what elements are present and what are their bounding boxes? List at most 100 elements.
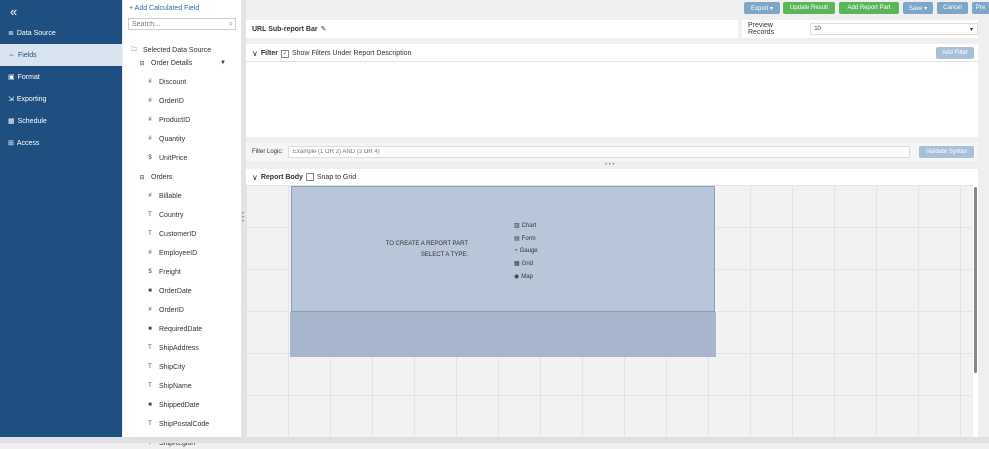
part-type-label: Map [521,273,533,280]
search-icon[interactable]: ⌕ [229,19,233,29]
tree-label: ShipName [159,382,192,390]
tree-label: CustomerID [159,230,197,238]
grid-icon: ▦ [514,261,520,268]
text-icon: T [148,383,152,389]
field-item[interactable]: T ShipCity [145,361,185,373]
left-nav: « ≣ Data Source ⇔ Fields ▣ Format ⇲ Exportin… [0,0,122,437]
nav-label: Access [16,139,40,147]
schedule-icon: ▦ [8,118,15,125]
field-item[interactable]: $ Freight [145,266,181,278]
nav-item-data-source[interactable]: ≣ Data Source [0,22,122,44]
collapse-nav-icon[interactable]: « [0,0,122,22]
field-item[interactable]: # Billable [145,190,182,202]
resize-handle-icon[interactable]: • • • [605,162,615,168]
drag-handle-icon[interactable]: • • • [242,211,244,225]
prompt-line: SELECT A TYPE: [420,252,468,258]
number-icon: # [148,98,152,104]
filter-section: ∨ Filter ✓ Show Filters Under Report Des… [246,44,978,137]
field-item[interactable]: # Discount [145,76,186,88]
part-type-grid[interactable]: ▦ Grid [514,258,538,271]
tree-label: ShippedDate [159,401,200,409]
part-type-gauge[interactable]: ◔ Gauge [514,245,538,258]
preview-button[interactable]: Pre [972,2,989,14]
field-item[interactable]: ■ ShippedDate [145,399,199,411]
field-item[interactable]: $ UnitPrice [145,152,187,164]
currency-icon: $ [148,155,152,161]
pencil-icon[interactable]: ✎ [321,25,327,33]
part-type-map[interactable]: ◉ Map [514,271,538,284]
save-button[interactable]: Save ▾ [903,2,933,14]
tree-group[interactable]: ⊟ Orders [137,171,172,183]
number-icon: # [148,307,152,313]
field-search-input[interactable] [128,18,236,30]
update-result-button[interactable]: Update Result [783,2,835,14]
number-icon: # [148,136,152,142]
tree-label: UnitPrice [159,154,188,162]
add-report-part-button[interactable]: Add Report Part [839,2,899,14]
filter-logic-input[interactable] [288,146,911,158]
export-button[interactable]: Export ▾ [744,2,780,14]
nav-item-schedule[interactable]: ▦ Schedule [0,110,122,132]
preview-records: Preview Records 10 ▾ [742,20,978,38]
nav-label: Format [17,73,40,81]
number-icon: # [148,250,152,256]
field-item[interactable]: T ShipName [145,380,192,392]
nav-item-access[interactable]: ⊞ Access [0,132,122,154]
currency-icon: $ [148,269,152,275]
field-item[interactable]: # EmployeeID [145,247,197,259]
collapse-box-icon[interactable]: ⊟ [137,174,147,181]
field-item[interactable]: ■ OrderDate [145,285,192,297]
field-item[interactable]: T ShipAddress [145,342,199,354]
field-item[interactable]: # OrderID [145,304,184,316]
chart-icon: ▥ [514,223,520,229]
date-icon: ■ [148,326,152,332]
preview-records-select[interactable]: 10 ▾ [810,23,978,35]
part-type-chart[interactable]: ▥ Chart [514,220,538,233]
field-item[interactable]: # Quantity [145,133,185,145]
url-subreport-bar: URL Sub-report Bar ✎ [246,20,738,38]
nav-item-fields[interactable]: ⇔ Fields [0,44,122,66]
field-item[interactable]: T CustomerID [145,228,196,240]
tree-label: Freight [159,268,181,276]
folder-icon: 🗀 [130,47,137,53]
text-icon: T [148,345,152,351]
field-item[interactable]: # ProductID [145,114,190,126]
canvas-scrollbar[interactable] [973,185,978,437]
cancel-button[interactable]: Cancel [937,2,968,14]
text-icon: T [148,364,152,370]
field-item[interactable]: # OrderID [145,95,184,107]
validate-syntax-button[interactable]: Validate Syntax [919,146,974,158]
tree-label: Billable [159,192,182,200]
report-body-title: Report Body [260,173,303,181]
nav-item-exporting[interactable]: ⇲ Exporting [0,88,122,110]
filter-logic-row: Filter Logic: Validate Syntax [246,143,978,161]
collapse-report-body-icon[interactable]: ∨ [252,173,258,182]
tree-label: Country [159,211,184,219]
preview-records-label: Preview Records [748,22,775,36]
url-bar-title: URL Sub-report Bar [252,25,318,33]
collapse-box-icon[interactable]: ⊟ [137,60,147,67]
text-icon: T [148,421,152,427]
report-part-placeholder[interactable]: TO CREATE A REPORT PART SELECT A TYPE: ▥… [291,186,715,312]
scrollbar-thumb[interactable] [974,187,977,373]
part-type-label: Grid [521,261,534,268]
number-icon: # [148,79,152,85]
tree-label: ShipPostalCode [159,420,210,428]
add-filter-button[interactable]: Add Filter [936,47,974,59]
snap-to-grid-checkbox[interactable] [305,173,314,181]
tree-group[interactable]: ⊟ Order Details [137,57,192,69]
nav-item-format[interactable]: ▣ Format [0,66,122,88]
field-item[interactable]: T Country [145,209,184,221]
field-item[interactable]: ■ RequiredDate [145,323,202,335]
add-calculated-field-link[interactable]: + Add Calculated Field [129,5,199,12]
number-icon: # [148,117,152,123]
field-item[interactable]: T ShipPostalCode [145,418,209,430]
text-icon: T [148,212,152,218]
collapse-filter-icon[interactable]: ∨ [252,49,258,58]
chevron-down-icon: ▾ [969,26,973,33]
show-filters-checkbox[interactable]: ✓ [280,49,289,58]
caret-down-icon[interactable]: ▼ [220,60,226,66]
tree-label: ShipAddress [159,344,199,352]
tree-root-data-source[interactable]: 🗀 Selected Data Source [129,44,211,56]
part-type-form[interactable]: ▤ Form [514,233,538,246]
